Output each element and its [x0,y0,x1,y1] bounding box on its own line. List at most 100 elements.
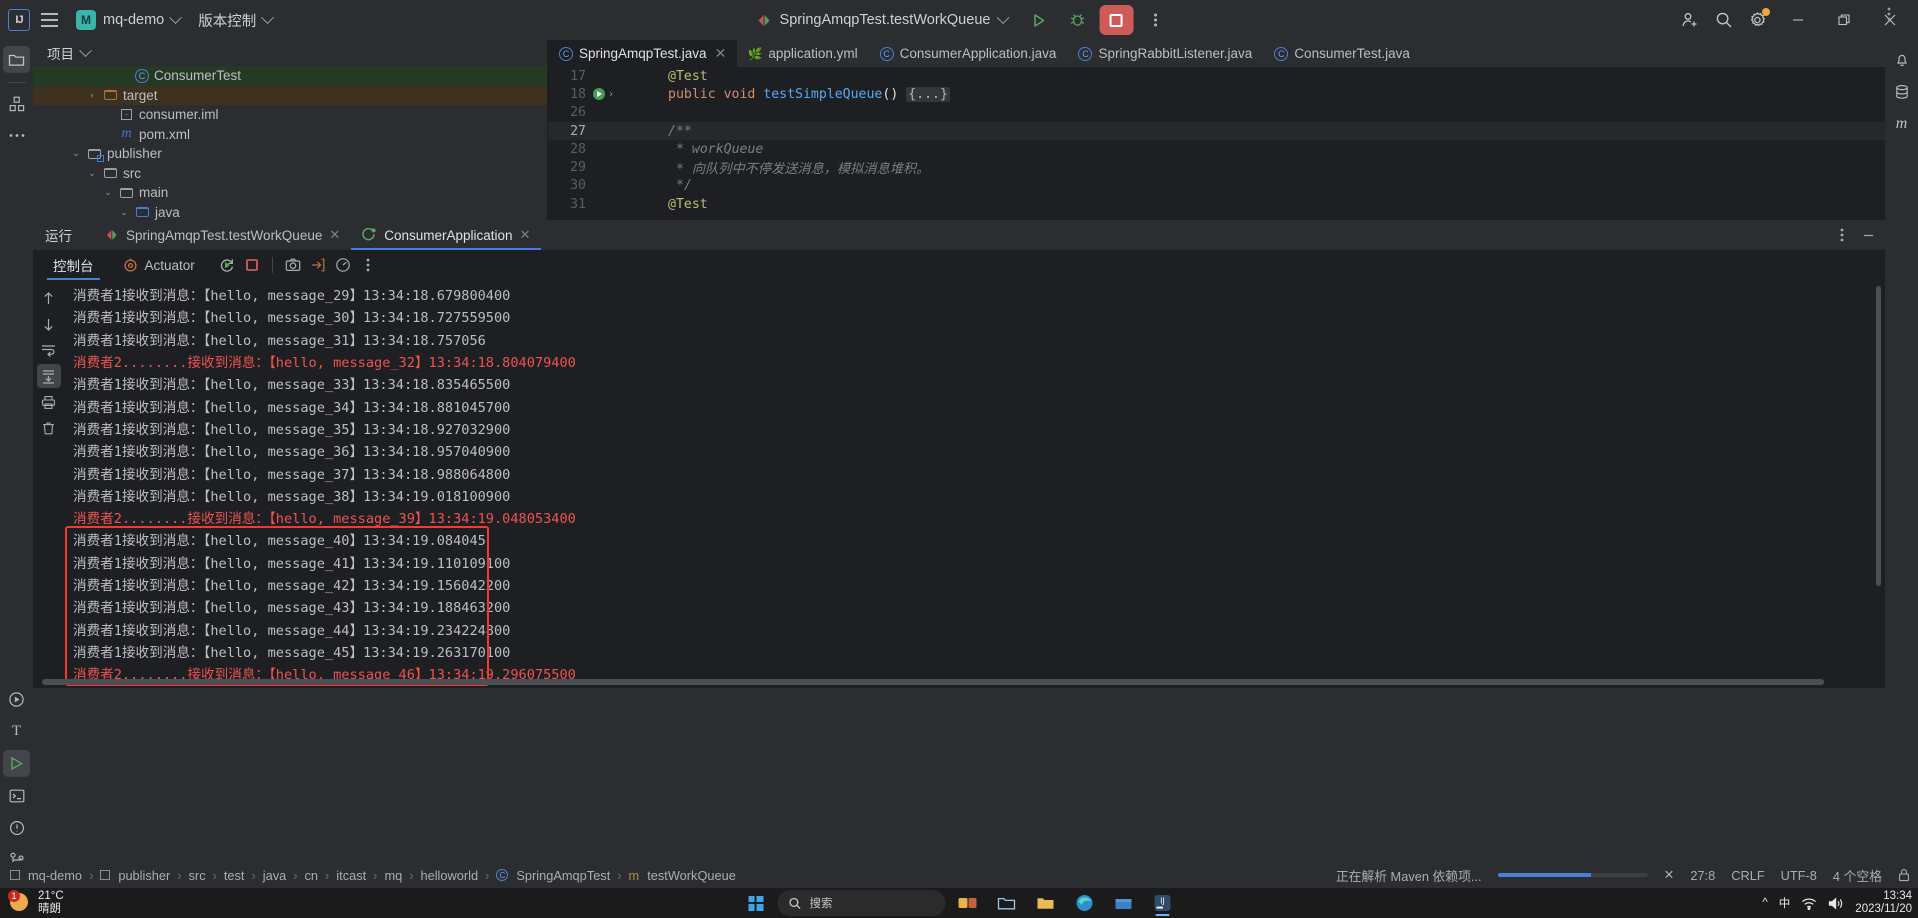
editor-tab-close-icon[interactable]: ✕ [715,45,727,62]
window-restore-button[interactable] [1822,0,1866,40]
camera-icon[interactable] [282,254,304,276]
tab-console[interactable]: 控制台 [45,250,102,280]
breadcrumb-item-src[interactable]: src [189,868,206,883]
tree-node-consumer-iml[interactable]: - consumer.iml [33,105,547,125]
scroll-down-button[interactable] [37,312,61,336]
volume-icon[interactable] [1828,896,1844,910]
intellij-logo-icon[interactable]: IJ [8,9,30,31]
code-editor[interactable]: 17 @Test 18 › public void testSimpleQueue() … [548,67,1900,220]
account-button[interactable] [1674,4,1706,36]
tree-expand-arrow[interactable]: ⌄ [102,187,114,198]
editor-gutter[interactable]: › [590,88,636,101]
editor-tab-SpringRabbitListener-java[interactable]: C SpringRabbitListener.java [1067,40,1263,67]
maven-button[interactable]: m [1888,110,1915,137]
run-configuration-selector[interactable]: SpringAmqpTest.testWorkQueue [747,8,1018,32]
taskbar-clock[interactable]: 13:34 2023/11/20 [1855,890,1912,916]
tree-expand-arrow[interactable]: ⌄ [70,148,82,159]
breadcrumb-item-java[interactable]: java [263,868,286,883]
more-actions-button[interactable] [1139,4,1171,36]
project-panel-header[interactable]: 项目 [33,40,547,66]
tree-expand-arrow[interactable]: ⌄ [118,207,130,218]
version-control-menu[interactable]: 版本控制 [190,6,280,35]
console-horizontal-scrollbar[interactable] [42,679,1860,685]
breadcrumb-item-test[interactable]: test [224,868,245,883]
caret-position[interactable]: 27:8 [1690,868,1715,883]
file-explorer-button[interactable] [990,889,1024,917]
clear-all-button[interactable] [37,416,61,440]
editor-tab-application-yml[interactable]: 🌿 application.yml [737,40,868,67]
console-vertical-scrollbar[interactable] [1876,286,1881,586]
breadcrumb-item-mq-demo[interactable]: mq-demo [10,868,82,883]
editor-tabs-more-button[interactable] [1878,0,1900,27]
rerun-button[interactable] [216,254,238,276]
project-selector[interactable]: M mq-demo [68,6,188,34]
gauge-icon[interactable] [332,254,354,276]
editor-tab-SpringAmqpTest-java[interactable]: C SpringAmqpTest.java ✕ [548,40,738,67]
widgets-button[interactable] [951,889,985,917]
run-test-gutter-icon[interactable] [593,88,605,101]
tree-node-target[interactable]: › target [33,85,547,105]
fold-arrow-icon[interactable]: › [608,89,614,100]
run-tab-ConsumerApplication[interactable]: ConsumerApplication ✕ [351,220,542,250]
indent-setting[interactable]: 4 个空格 [1833,866,1882,885]
run-tab-SpringAmqpTest-testWorkQueue[interactable]: SpringAmqpTest.testWorkQueue ✕ [94,220,351,250]
breadcrumb-item-itcast[interactable]: itcast [336,868,366,883]
lock-icon[interactable] [1898,868,1910,882]
console-more-button[interactable] [357,254,379,276]
breadcrumb-item-cn[interactable]: cn [305,868,319,883]
sidebar-item-project[interactable] [3,46,30,73]
editor-tab-ConsumerApplication-java[interactable]: C ConsumerApplication.java [869,40,1068,67]
export-icon[interactable] [307,254,329,276]
intellij-taskbar-button[interactable]: IJ [1146,889,1180,917]
scroll-to-end-button[interactable] [36,364,61,388]
stop-button[interactable] [1099,5,1134,35]
edge-browser-button[interactable] [1068,889,1102,917]
ime-indicator[interactable]: 中 [1779,895,1791,911]
tree-node-ConsumerTest[interactable]: C ConsumerTest [33,66,547,86]
database-button[interactable] [1888,78,1915,105]
search-box[interactable]: 搜索 [777,890,946,916]
run-tab-close-icon[interactable]: ✕ [329,227,340,243]
console-stop-button[interactable] [241,254,263,276]
sidebar-item-more[interactable] [3,122,30,149]
tree-node-pom-xml[interactable]: m pom.xml [33,125,547,145]
search-button[interactable] [1708,4,1740,36]
cancel-progress-icon[interactable]: ✕ [1664,867,1675,883]
breadcrumb-item-publisher[interactable]: publisher [100,868,170,883]
print-button[interactable] [37,390,61,414]
line-separator[interactable]: CRLF [1731,868,1764,883]
settings-button[interactable] [1742,4,1774,36]
main-menu-button[interactable] [32,3,66,37]
console-output[interactable]: 消费者1接收到消息：【hello, message_29】13:34:18.67… [64,280,1885,688]
sidebar-item-run[interactable] [3,686,30,713]
sidebar-item-terminal[interactable] [3,782,30,809]
scroll-up-button[interactable] [37,286,61,310]
run-window-minimize-button[interactable] [1857,224,1879,246]
tree-node-src[interactable]: ⌄ src [33,164,547,184]
start-button[interactable] [739,889,773,917]
breadcrumb-item-testWorkQueue[interactable]: m testWorkQueue [629,868,736,883]
file-encoding[interactable]: UTF-8 [1781,868,1817,883]
tree-expand-arrow[interactable]: › [86,90,98,100]
window-minimize-button[interactable] [1776,0,1820,40]
folder-app-button[interactable] [1029,889,1063,917]
editor-tab-ConsumerTest-java[interactable]: C ConsumerTest.java [1263,40,1421,67]
breadcrumb-item-SpringAmqpTest[interactable]: C SpringAmqpTest [496,868,610,883]
tree-node-main[interactable]: ⌄ main [33,183,547,203]
wifi-icon[interactable] [1801,897,1817,910]
sidebar-item-run-window[interactable] [3,750,30,777]
debug-button[interactable] [1061,4,1093,36]
run-window-options-button[interactable] [1831,224,1853,246]
soft-wrap-button[interactable] [37,338,61,362]
breadcrumb-item-helloworld[interactable]: helloworld [420,868,478,883]
store-button[interactable] [1107,889,1141,917]
tab-actuator[interactable]: Actuator [115,250,203,280]
sidebar-item-problems[interactable] [3,814,30,841]
tree-expand-arrow[interactable]: ⌄ [86,168,98,179]
breadcrumb-item-mq[interactable]: mq [384,868,402,883]
sidebar-item-todo[interactable]: T [3,718,30,745]
weather-widget[interactable]: 1 21°C 晴朗 [0,890,64,916]
notifications-button[interactable] [1888,46,1915,73]
tray-chevron-icon[interactable]: ^ [1762,897,1767,909]
tree-node-publisher[interactable]: ⌄ publisher [33,144,547,164]
